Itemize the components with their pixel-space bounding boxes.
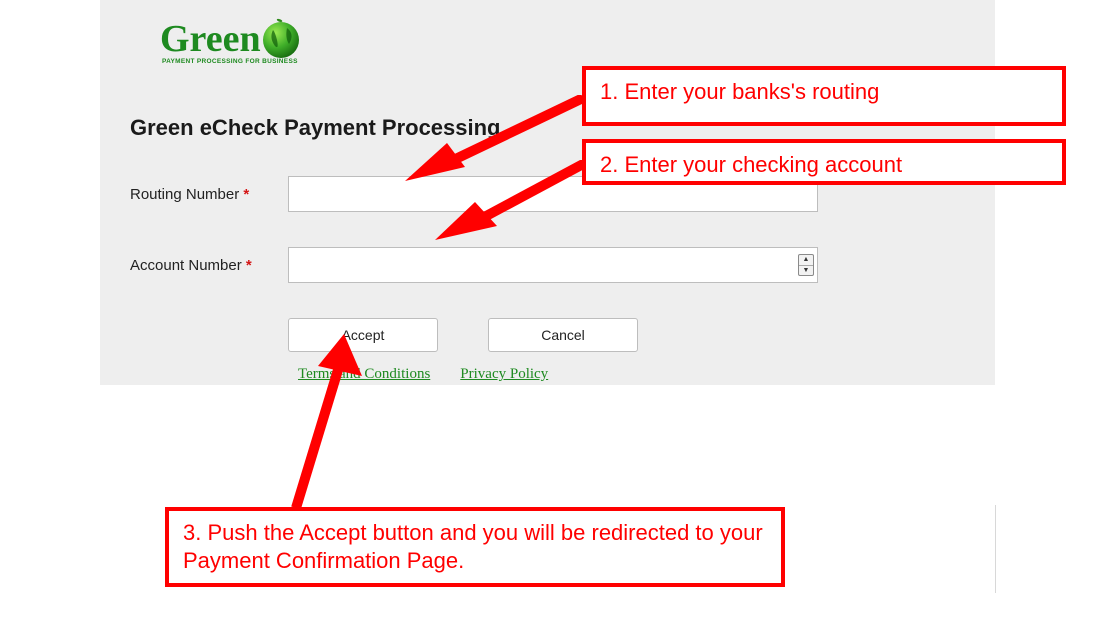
- account-input-wrap: ▲ ▼: [288, 247, 818, 283]
- annotation-arrow-2-icon: [425, 160, 600, 250]
- account-row: Account Number * ▲ ▼: [130, 247, 965, 283]
- brand-tagline: PAYMENT PROCESSING FOR BUSINESS: [162, 58, 965, 65]
- annotation-callout-1: 1. Enter your banks's routing: [582, 66, 1066, 126]
- account-label-text: Account Number: [130, 257, 242, 274]
- spinner-down-button[interactable]: ▼: [799, 266, 813, 276]
- annotation-callout-3: 3. Push the Accept button and you will b…: [165, 507, 785, 587]
- required-asterisk: *: [243, 186, 249, 203]
- vertical-divider: [995, 505, 996, 593]
- privacy-link[interactable]: Privacy Policy: [460, 366, 548, 383]
- number-spinner: ▲ ▼: [798, 254, 814, 276]
- required-asterisk: *: [246, 257, 252, 274]
- routing-label: Routing Number *: [130, 186, 288, 203]
- spinner-up-button[interactable]: ▲: [799, 255, 813, 266]
- cancel-button[interactable]: Cancel: [488, 318, 638, 352]
- annotation-callout-2: 2. Enter your checking account: [582, 139, 1066, 185]
- annotation-arrow-3-icon: [278, 330, 418, 515]
- globe-icon: [259, 16, 303, 60]
- brand-name: Green: [160, 20, 261, 58]
- account-label: Account Number *: [130, 257, 288, 274]
- routing-label-text: Routing Number: [130, 186, 239, 203]
- account-input[interactable]: [288, 247, 818, 283]
